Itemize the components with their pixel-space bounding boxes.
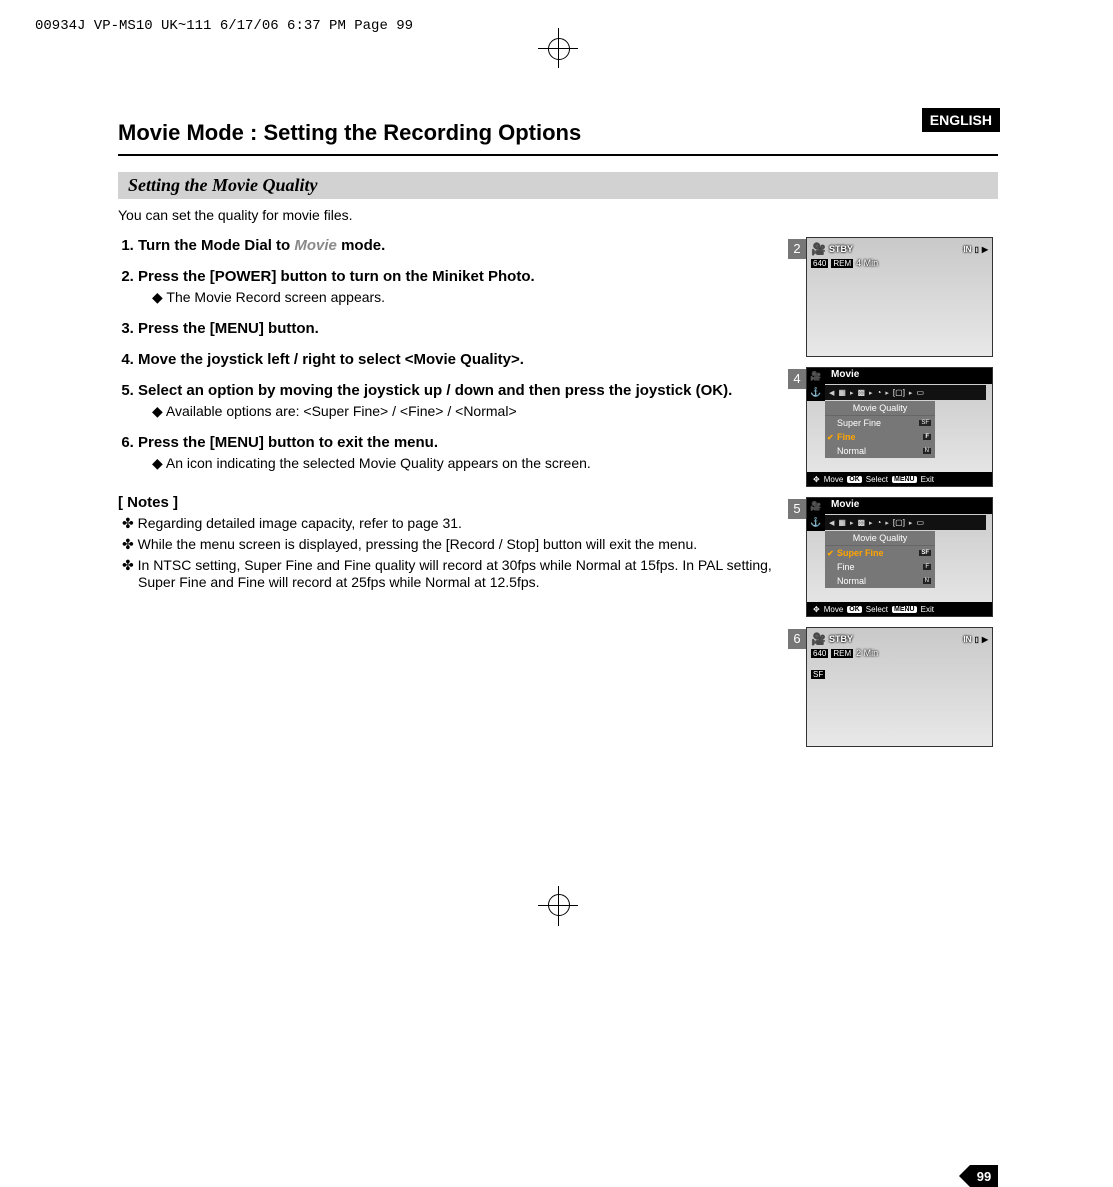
- menu-tab-icon: ▦: [838, 388, 846, 397]
- rem-label: REM: [831, 649, 853, 658]
- move-label: Move: [824, 605, 844, 614]
- menu-tab-icon: [▢]: [893, 388, 905, 397]
- option-fine: ✔FineF: [825, 430, 935, 444]
- page-number: 99: [970, 1165, 998, 1187]
- check-icon: ✔: [827, 433, 834, 442]
- resolution-badge: 640: [811, 259, 828, 268]
- crop-mark-icon: [548, 38, 570, 60]
- movie-icon: 🎥: [811, 242, 826, 256]
- check-icon: ✔: [827, 549, 834, 558]
- storage-indicator: IN: [963, 635, 971, 644]
- option-super-fine: Super FineSF: [825, 416, 935, 430]
- play-icon: ▶: [982, 245, 988, 254]
- anchor-icon: ⚓: [810, 517, 821, 528]
- menu-tab-icon: ◔: [877, 388, 882, 397]
- mode-icon: 🎥: [810, 371, 821, 382]
- menu-title: Movie: [831, 369, 859, 380]
- figure-4: 4 🎥⚓ Movie ◀ ▦▸ ▩▸ ◔▸ [▢]▸ ▭ Movie Quali…: [788, 367, 998, 487]
- play-icon: ▶: [982, 635, 988, 644]
- select-label: Select: [866, 475, 888, 484]
- menu-label: MENU: [892, 606, 917, 613]
- mode-word: Movie: [294, 237, 337, 254]
- step-5: Select an option by moving the joystick …: [138, 382, 778, 420]
- language-badge: ENGLISH: [922, 108, 1000, 132]
- rem-time: 2 Min: [856, 648, 878, 658]
- panel-title: Movie Quality: [825, 531, 935, 546]
- menu-tab-icon: ▭: [916, 388, 924, 397]
- figure-number: 6: [788, 629, 806, 649]
- figure-number: 2: [788, 239, 806, 259]
- rem-time: 4 Min: [856, 258, 878, 268]
- figure-number: 5: [788, 499, 806, 519]
- option-super-fine: ✔Super FineSF: [825, 546, 935, 560]
- step-3: Press the [MENU] button.: [138, 320, 778, 337]
- ok-label: OK: [847, 476, 862, 483]
- step-1: Turn the Mode Dial to Movie mode.: [138, 237, 778, 254]
- menu-label: MENU: [892, 476, 917, 483]
- option-fine: FineF: [825, 560, 935, 574]
- section-subtitle: Setting the Movie Quality: [118, 172, 998, 199]
- menu-tab-icon: ▦: [838, 518, 846, 527]
- storage-indicator: IN: [963, 245, 971, 254]
- step-text: Press the [MENU] button to exit the menu…: [138, 434, 438, 451]
- standby-label: STBY: [829, 634, 853, 644]
- step-2: Press the [POWER] button to turn on the …: [138, 268, 778, 306]
- rem-label: REM: [831, 259, 853, 268]
- dpad-icon: ✥: [813, 605, 820, 614]
- dpad-icon: ✥: [813, 475, 820, 484]
- divider: [118, 154, 998, 156]
- note-item: While the menu screen is displayed, pres…: [122, 536, 778, 553]
- figure-2: 2 🎥 STBY IN ▯ ▶ 640 REM 4 Min: [788, 237, 998, 357]
- menu-tab-icon: ◔: [877, 518, 882, 527]
- option-normal: NormalN: [825, 444, 935, 458]
- card-icon: ▯: [974, 635, 978, 644]
- menu-title: Movie: [831, 499, 859, 510]
- substep: An icon indicating the selected Movie Qu…: [152, 455, 778, 472]
- quality-badge: SF: [811, 670, 825, 679]
- move-label: Move: [824, 475, 844, 484]
- step-6: Press the [MENU] button to exit the menu…: [138, 434, 778, 472]
- notes-heading: [ Notes ]: [118, 494, 778, 511]
- step-text: Move the joystick left / right to select…: [138, 351, 524, 368]
- arrow-left-icon: ◀: [829, 389, 834, 397]
- figure-6: 6 🎥 STBY IN ▯ ▶ 640 REM 2 Min: [788, 627, 998, 747]
- resolution-badge: 640: [811, 649, 828, 658]
- step-text: mode.: [337, 237, 385, 254]
- step-text: Press the [POWER] button to turn on the …: [138, 268, 535, 285]
- note-item: In NTSC setting, Super Fine and Fine qua…: [122, 557, 778, 590]
- arrow-left-icon: ◀: [829, 519, 834, 527]
- step-text: Press the [MENU] button.: [138, 320, 319, 337]
- menu-tab-icon: ▩: [857, 518, 865, 527]
- menu-tab-icon: ▩: [857, 388, 865, 397]
- mode-icon: 🎥: [810, 501, 821, 512]
- page-title: Movie Mode : Setting the Recording Optio…: [118, 120, 998, 146]
- step-4: Move the joystick left / right to select…: [138, 351, 778, 368]
- option-normal: NormalN: [825, 574, 935, 588]
- figure-number: 4: [788, 369, 806, 389]
- step-text: Select an option by moving the joystick …: [138, 382, 732, 399]
- menu-tab-icon: [▢]: [893, 518, 905, 527]
- exit-label: Exit: [921, 605, 934, 614]
- print-header: 00934J VP-MS10 UK~111 6/17/06 6:37 PM Pa…: [35, 18, 413, 34]
- exit-label: Exit: [921, 475, 934, 484]
- figure-5: 5 🎥⚓ Movie ◀ ▦▸ ▩▸ ◔▸ [▢]▸ ▭ Movie Quali…: [788, 497, 998, 617]
- step-text: Turn the Mode Dial to: [138, 237, 294, 254]
- anchor-icon: ⚓: [810, 387, 821, 398]
- crop-mark-icon: [558, 886, 559, 926]
- note-item: Regarding detailed image capacity, refer…: [122, 515, 778, 532]
- ok-label: OK: [847, 606, 862, 613]
- menu-tab-icon: ▭: [916, 518, 924, 527]
- substep: The Movie Record screen appears.: [152, 289, 778, 306]
- select-label: Select: [866, 605, 888, 614]
- substep: Available options are: <Super Fine> / <F…: [152, 403, 778, 420]
- movie-icon: 🎥: [811, 632, 826, 646]
- intro-text: You can set the quality for movie files.: [118, 207, 998, 223]
- panel-title: Movie Quality: [825, 401, 935, 416]
- crop-mark-icon: [558, 28, 559, 68]
- card-icon: ▯: [974, 245, 978, 254]
- standby-label: STBY: [829, 244, 853, 254]
